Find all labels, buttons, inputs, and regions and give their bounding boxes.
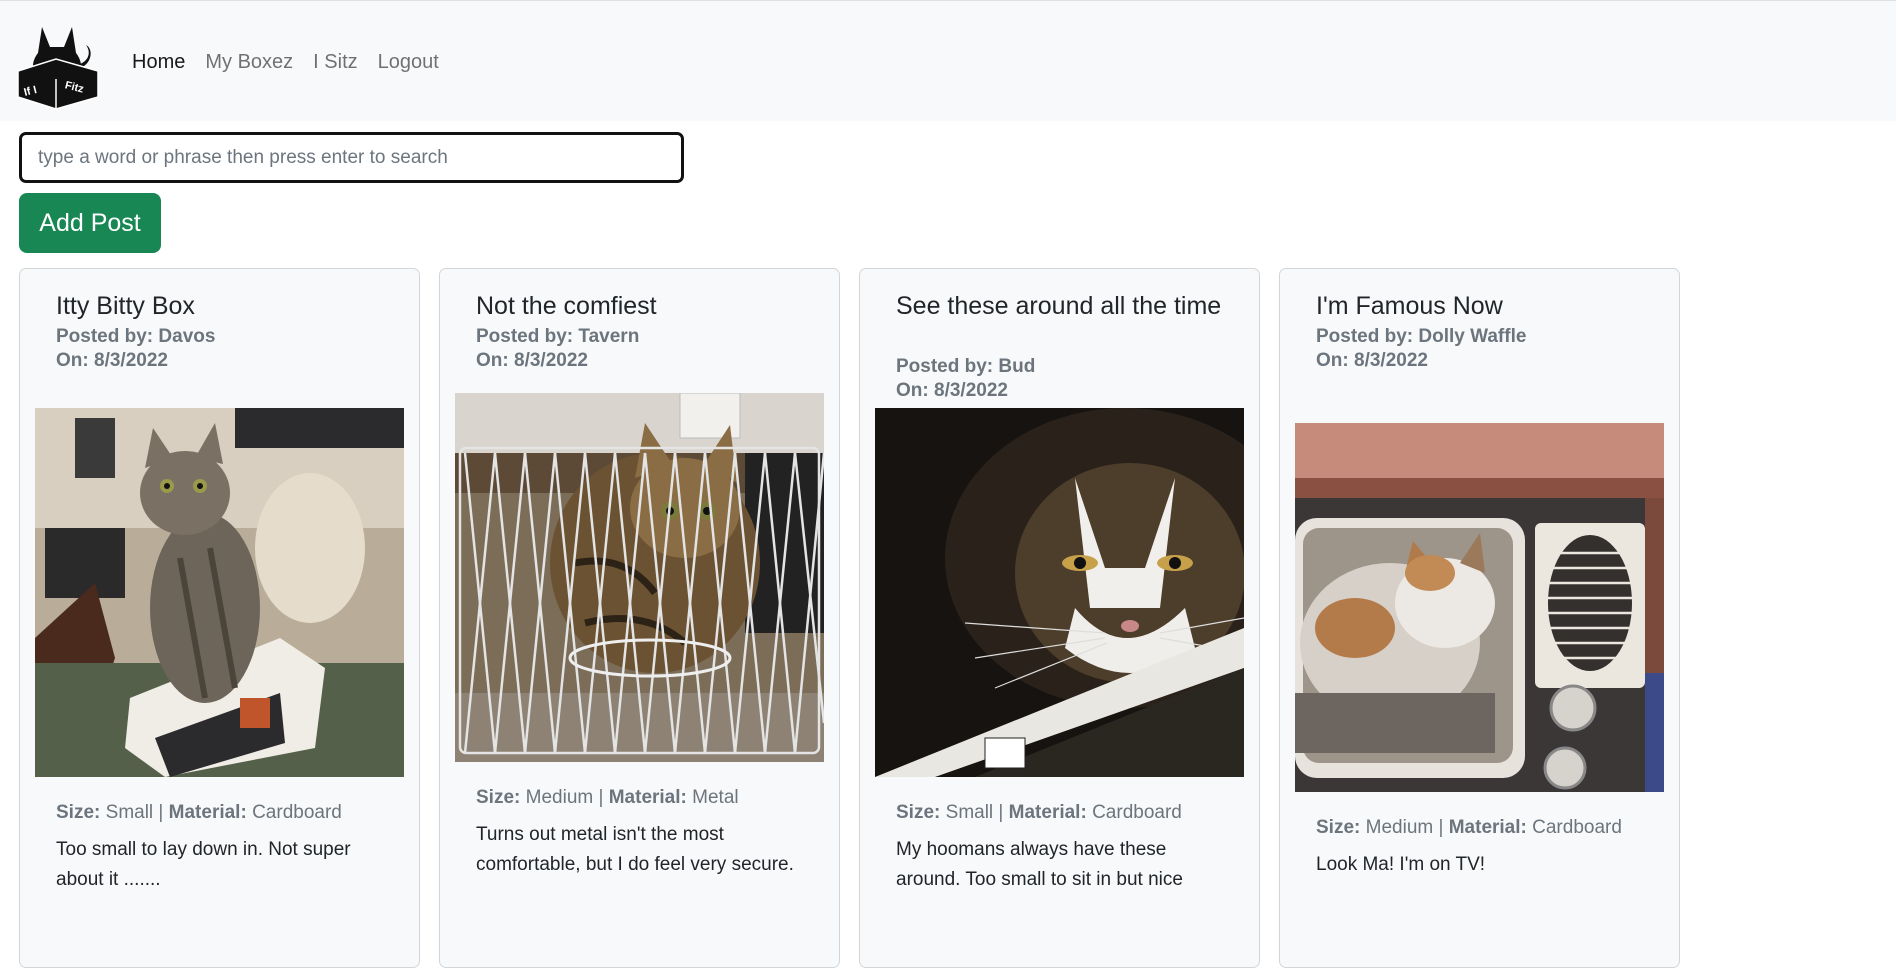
post-title: Not the comfiest — [476, 292, 657, 320]
post-card: Itty Bitty Box Posted by: Davos On: 8/3/… — [19, 268, 420, 968]
nav-home-link[interactable]: Home — [132, 51, 185, 74]
post-image[interactable] — [1295, 423, 1664, 792]
nav-links: Home My Boxez I Sitz Logout — [132, 51, 439, 74]
post-title: Itty Bitty Box — [56, 292, 195, 320]
post-author: Posted by: Davos — [56, 326, 216, 347]
post-author: Posted by: Bud — [896, 356, 1036, 377]
post-specs: Size: Medium | Material: Cardboard — [1316, 817, 1622, 838]
post-image[interactable] — [875, 408, 1244, 777]
post-description: My hoomans always have these around. Too… — [896, 839, 1183, 890]
logo-cat-in-box-icon[interactable]: If I Fitz — [12, 19, 102, 109]
search-input[interactable] — [19, 132, 684, 183]
add-post-button[interactable]: Add Post — [19, 193, 161, 253]
post-description: Turns out metal isn't the most comfortab… — [476, 824, 794, 875]
post-date: On: 8/3/2022 — [1316, 350, 1428, 371]
post-date: On: 8/3/2022 — [56, 350, 168, 371]
post-image[interactable] — [35, 408, 404, 777]
post-image[interactable] — [455, 393, 824, 762]
post-specs: Size: Small | Material: Cardboard — [896, 802, 1182, 823]
navbar: If I Fitz Home My Boxez I Sitz Logout — [0, 0, 1896, 121]
post-card: Not the comfiest Posted by: Tavern On: 8… — [439, 268, 840, 968]
post-title: See these around all the time — [896, 292, 1222, 320]
post-card: I'm Famous Now Posted by: Dolly Waffle O… — [1279, 268, 1680, 968]
nav-logout-link[interactable]: Logout — [378, 51, 439, 74]
post-title: I'm Famous Now — [1316, 292, 1503, 320]
post-date: On: 8/3/2022 — [476, 350, 588, 371]
post-specs: Size: Small | Material: Cardboard — [56, 802, 342, 823]
post-author: Posted by: Tavern — [476, 326, 640, 347]
post-specs: Size: Medium | Material: Metal — [476, 787, 739, 808]
post-author: Posted by: Dolly Waffle — [1316, 326, 1527, 347]
post-description: Too small to lay down in. Not super abou… — [56, 839, 351, 890]
post-card: See these around all the time Posted by:… — [859, 268, 1260, 968]
nav-my-boxez-link[interactable]: My Boxez — [205, 51, 293, 74]
nav-i-sitz-link[interactable]: I Sitz — [313, 51, 357, 74]
post-description: Look Ma! I'm on TV! — [1316, 854, 1486, 875]
post-date: On: 8/3/2022 — [896, 380, 1008, 401]
